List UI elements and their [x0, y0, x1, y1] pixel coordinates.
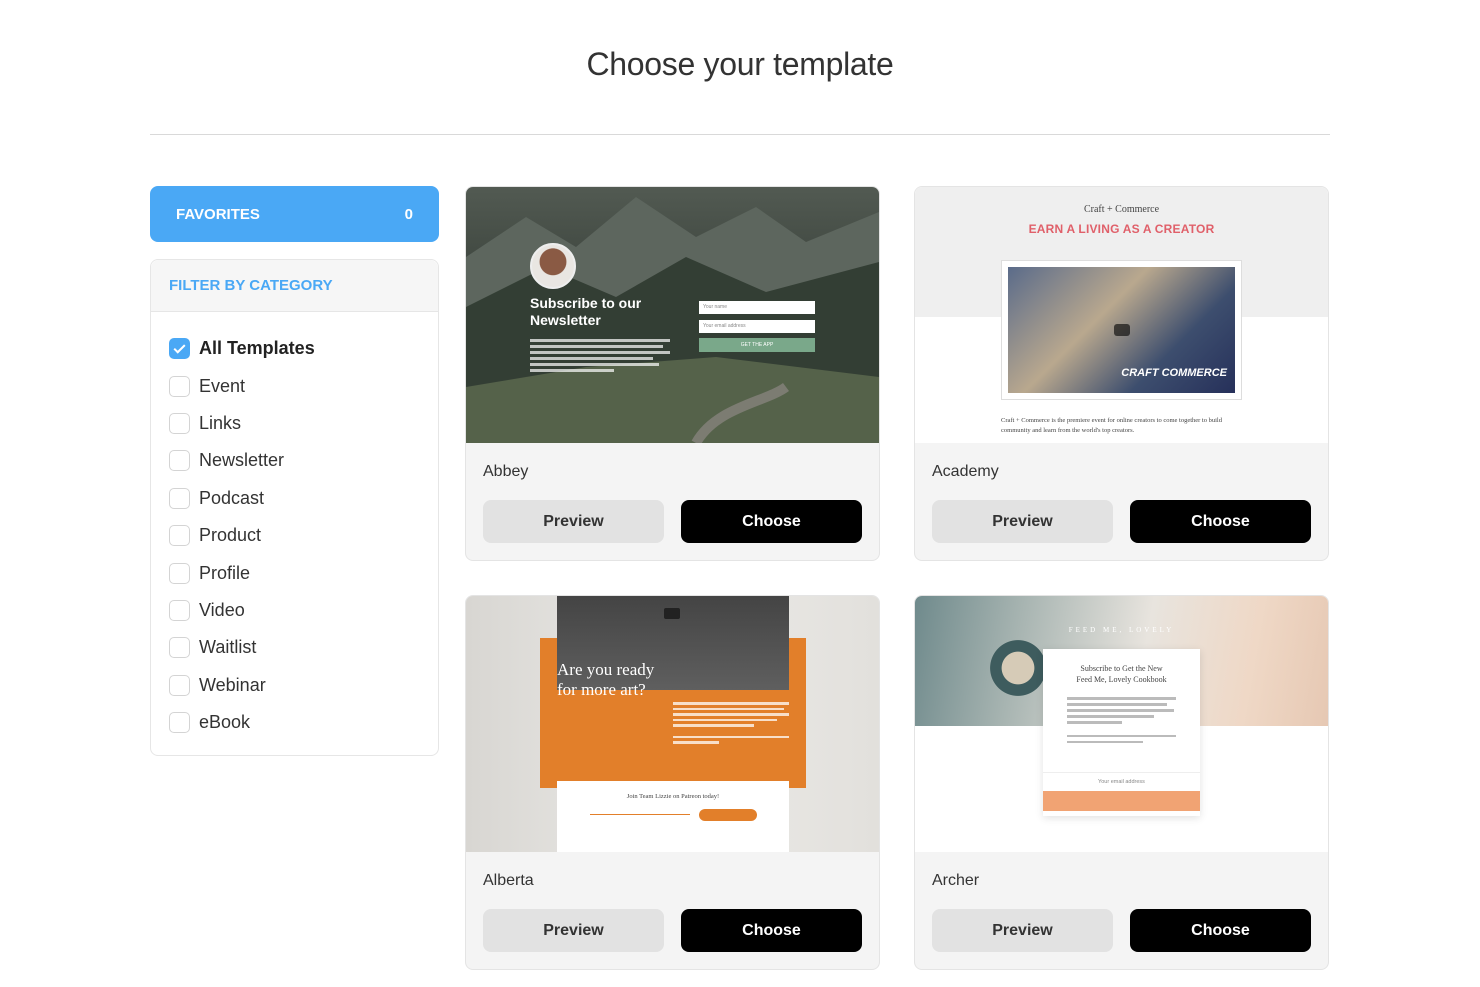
checkbox[interactable] [169, 562, 190, 584]
thumbnail-card-title-line-1: Subscribe to Get the New [1080, 664, 1163, 673]
thumbnail-signup-form: Join Team Lizzie on Patreon today! [557, 781, 789, 852]
category-label: Podcast [199, 487, 265, 508]
category-label: Links [199, 412, 242, 433]
thumbnail-brand: FEED ME, LOVELY [1068, 626, 1175, 634]
template-name: Abbey [483, 463, 529, 480]
thumbnail-title: Subscribe to our Newsletter [530, 295, 642, 328]
category-item-video[interactable]: Video [151, 592, 438, 629]
category-label: Event [199, 375, 246, 396]
checkbox[interactable] [169, 338, 190, 360]
thumbnail-email-field: Your email address [1043, 772, 1200, 790]
category-item-profile[interactable]: Profile [151, 554, 438, 591]
category-item-links[interactable]: Links [151, 405, 438, 442]
thumbnail-signup-card: Subscribe to Get the New Feed Me, Lovely… [1043, 649, 1200, 816]
preview-button[interactable]: Preview [483, 909, 664, 952]
template-card-archer: FEED ME, LOVELY Subscribe to Get the New… [914, 595, 1329, 970]
thumbnail-cta-button [699, 809, 757, 821]
template-card-abbey: Subscribe to our Newsletter Your name Yo… [465, 186, 880, 561]
checkbox[interactable] [169, 712, 190, 734]
thumbnail-headline: EARN A LIVING AS A CREATOR [1028, 222, 1215, 236]
checkbox[interactable] [169, 487, 190, 509]
checkbox[interactable] [169, 450, 190, 472]
checkbox[interactable] [169, 599, 190, 621]
template-card-alberta: Are you ready for more art? Join Team Li… [465, 595, 880, 970]
thumbnail-card-title: Subscribe to Get the New Feed Me, Lovely… [1043, 663, 1200, 685]
thumbnail-video-brand: CRAFT COMMERCE [1121, 367, 1227, 379]
preview-button[interactable]: Preview [483, 500, 664, 543]
template-name: Academy [932, 463, 999, 480]
category-label: Video [199, 599, 245, 620]
page-title: Choose your template [586, 46, 894, 82]
category-item-product[interactable]: Product [151, 517, 438, 554]
thumbnail-email-field [590, 814, 690, 815]
template-thumbnail-abbey[interactable]: Subscribe to our Newsletter Your name Yo… [466, 187, 879, 443]
play-icon [664, 608, 680, 619]
category-item-waitlist[interactable]: Waitlist [151, 629, 438, 666]
checkmark-icon [173, 341, 186, 354]
favorites-button[interactable]: FAVORITES 0 [150, 186, 439, 242]
category-label: All Templates [199, 338, 315, 359]
play-icon [1113, 324, 1130, 336]
checkbox[interactable] [169, 412, 190, 434]
thumbnail-body-text [1067, 697, 1176, 747]
category-label: Waitlist [199, 637, 257, 658]
category-item-event[interactable]: Event [151, 367, 438, 404]
avatar [530, 243, 576, 289]
thumbnail-body-text: Craft + Commerce is the premiere event f… [1001, 417, 1222, 434]
thumbnail-video: CRAFT COMMERCE [1001, 260, 1242, 400]
thumbnail-body-text [530, 339, 670, 375]
thumbnail-body-text [673, 702, 789, 747]
mountain-scenery-icon [466, 197, 879, 443]
choose-button[interactable]: Choose [681, 500, 862, 543]
filter-heading: FILTER BY CATEGORY [151, 260, 438, 312]
template-name: Alberta [483, 872, 534, 889]
thumbnail-cta-button [1043, 791, 1200, 811]
thumbnail-heading: Are you ready for more art? [557, 660, 655, 699]
category-label: Webinar [199, 674, 266, 695]
category-label: Product [199, 525, 262, 546]
header-divider [150, 134, 1330, 135]
choose-button[interactable]: Choose [1130, 909, 1311, 952]
category-item-newsletter[interactable]: Newsletter [151, 442, 438, 479]
category-filter-panel: FILTER BY CATEGORY All Templates Event Lin… [150, 259, 439, 756]
category-item-all-templates[interactable]: All Templates [151, 330, 438, 367]
template-thumbnail-archer[interactable]: FEED ME, LOVELY Subscribe to Get the New… [915, 596, 1328, 852]
thumbnail-form-title: Join Team Lizzie on Patreon today! [626, 793, 720, 800]
choose-button[interactable]: Choose [1130, 500, 1311, 543]
preview-button[interactable]: Preview [932, 909, 1113, 952]
checkbox[interactable] [169, 375, 190, 397]
template-name: Archer [932, 872, 980, 889]
category-item-ebook[interactable]: eBook [151, 704, 438, 741]
thumbnail-cta-button: GET THE APP [699, 338, 815, 352]
preview-button[interactable]: Preview [932, 500, 1113, 543]
thumbnail-name-field: Your name [699, 301, 815, 314]
category-label: eBook [199, 712, 251, 733]
category-label: Newsletter [199, 450, 285, 471]
thumbnail-supertitle: Craft + Commerce [1083, 204, 1160, 215]
category-list: All Templates Event Links Newsletter Podcast… [151, 312, 438, 741]
checkbox[interactable] [169, 525, 190, 547]
favorites-label: FAVORITES [176, 205, 260, 223]
category-label: Profile [199, 562, 251, 583]
category-item-webinar[interactable]: Webinar [151, 667, 438, 704]
thumbnail-card-title-line-2: Feed Me, Lovely Cookbook [1076, 675, 1167, 684]
favorites-count: 0 [404, 205, 413, 223]
template-card-academy: Craft + Commerce EARN A LIVING AS A CREA… [914, 186, 1329, 561]
thumbnail-email-field: Your email address [699, 320, 815, 333]
choose-button[interactable]: Choose [681, 909, 862, 952]
template-thumbnail-alberta[interactable]: Are you ready for more art? Join Team Li… [466, 596, 879, 852]
checkbox[interactable] [169, 637, 190, 659]
checkbox[interactable] [169, 674, 190, 696]
template-thumbnail-academy[interactable]: Craft + Commerce EARN A LIVING AS A CREA… [915, 187, 1328, 443]
category-item-podcast[interactable]: Podcast [151, 480, 438, 517]
